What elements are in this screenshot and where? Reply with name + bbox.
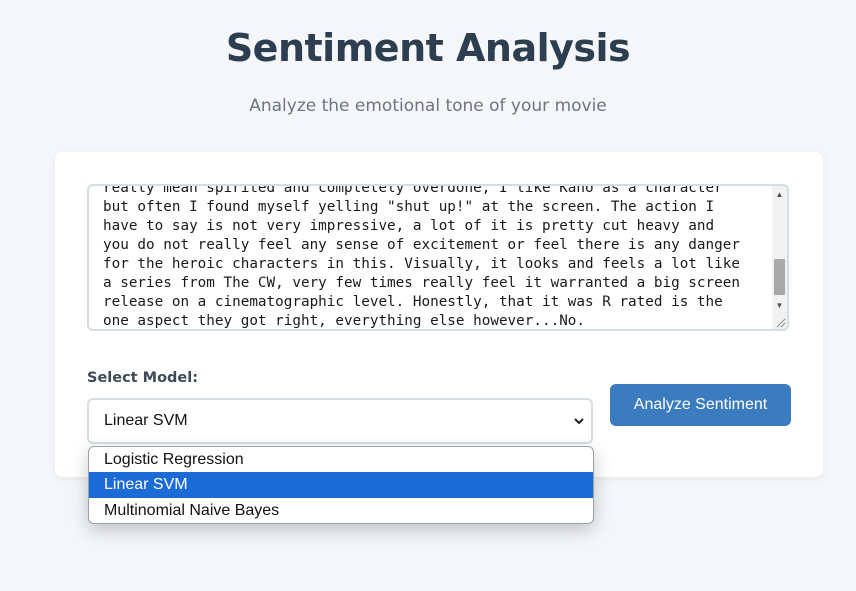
scroll-thumb[interactable] <box>774 259 785 295</box>
textarea-scrollbar[interactable]: ▲ ▼ <box>772 186 787 329</box>
model-option-multinomial-naive-bayes[interactable]: Multinomial Naive Bayes <box>89 498 593 523</box>
review-line: a series from The CW, very few times rea… <box>103 275 740 291</box>
review-textarea[interactable]: really mean spirited and completely over… <box>87 184 789 331</box>
chevron-down-icon <box>574 418 584 425</box>
review-line: release on a cinematographic level. Hone… <box>103 294 723 310</box>
model-dropdown-list[interactable]: Logistic Regression Linear SVM Multinomi… <box>88 446 594 524</box>
review-line: really mean spirited and completely over… <box>103 184 723 196</box>
review-text: really mean spirited and completely over… <box>103 184 763 329</box>
review-line: but often I found myself yelling "shut u… <box>103 199 715 215</box>
review-line: have to say is not very impressive, a lo… <box>103 218 715 234</box>
analyze-sentiment-button[interactable]: Analyze Sentiment <box>610 384 791 426</box>
model-option-linear-svm[interactable]: Linear SVM <box>89 472 593 498</box>
review-line: you do not really feel any sense of exci… <box>103 237 740 253</box>
model-option-logistic-regression[interactable]: Logistic Regression <box>89 447 593 473</box>
resize-handle-icon[interactable] <box>774 316 786 328</box>
review-line: one aspect they got right, everything el… <box>103 313 586 329</box>
page-title: Sentiment Analysis <box>225 26 631 70</box>
analysis-card: really mean spirited and completely over… <box>55 152 823 477</box>
page-subtitle: Analyze the emotional tone of your movie <box>249 96 607 116</box>
scroll-down-arrow-icon[interactable]: ▼ <box>772 299 787 313</box>
page: Sentiment Analysis Analyze the emotional… <box>0 0 856 591</box>
model-select[interactable]: Linear SVM <box>87 398 593 444</box>
select-model-label: Select Model: <box>87 370 199 386</box>
model-select-value: Linear SVM <box>104 412 188 429</box>
review-line: for the heroic characters in this. Visua… <box>103 256 740 272</box>
scroll-up-arrow-icon[interactable]: ▲ <box>772 188 787 202</box>
